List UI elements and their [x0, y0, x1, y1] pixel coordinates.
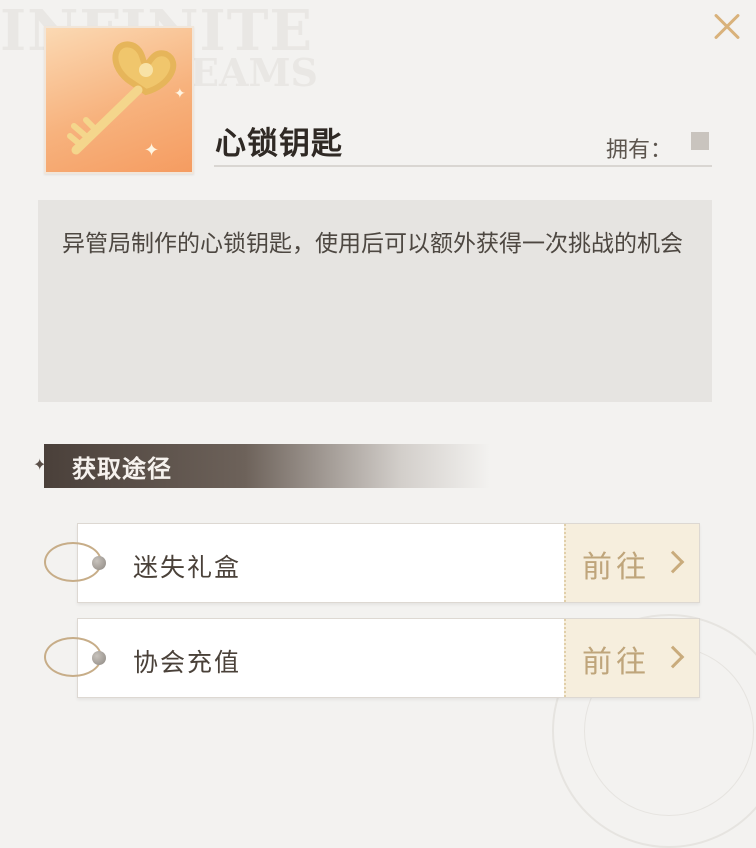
watermark-dreams: EAMS [190, 50, 318, 95]
go-button[interactable]: 前往 [564, 524, 699, 602]
title-divider [214, 165, 712, 167]
route-item-association-recharge: 协会充值 前往 [77, 618, 700, 698]
chevron-right-icon [661, 550, 685, 574]
owned-count-box [691, 132, 709, 150]
route-label: 迷失礼盒 [133, 553, 242, 582]
diamond-icon: ✦ [33, 455, 47, 474]
bullet-dot-icon [92, 651, 106, 665]
bullet-dot-icon [92, 556, 106, 570]
item-description: 异管局制作的心锁钥匙，使用后可以额外获得一次挑战的机会 [38, 200, 712, 402]
section-title: 获取途径 [72, 455, 172, 483]
go-button-label: 前往 [582, 645, 650, 680]
route-item-lost-giftbox: 迷失礼盒 前往 [77, 523, 700, 603]
chevron-right-icon [661, 645, 685, 669]
owned-label: 拥有： [606, 138, 673, 163]
close-icon[interactable] [708, 8, 746, 46]
go-button-label: 前往 [582, 550, 650, 585]
description-text: 异管局制作的心锁钥匙，使用后可以额外获得一次挑战的机会 [62, 231, 683, 257]
item-name: 心锁钥匙 [215, 126, 343, 162]
golden-heart-key-icon: ✦ ✦ [44, 26, 194, 174]
go-button[interactable]: 前往 [564, 619, 699, 697]
route-label: 协会充值 [133, 648, 242, 677]
